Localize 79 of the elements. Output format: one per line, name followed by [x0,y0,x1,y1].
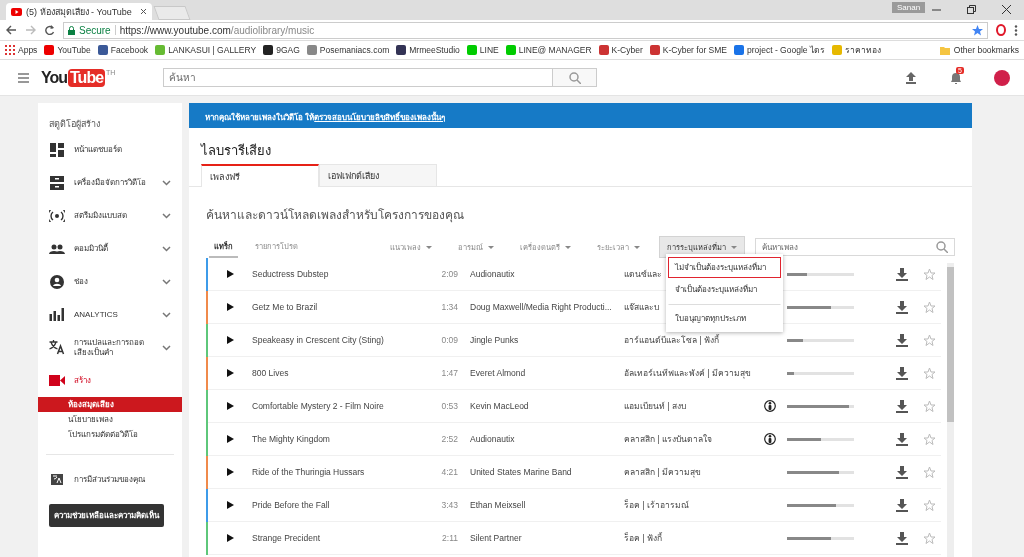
track-duration: 2:52 [440,434,458,444]
track-artist: Audionautix [470,269,516,279]
track-title: Speakeasy in Crescent City (Sting) [252,335,385,345]
track-genre: คลาสสิก | แรงบันดาลใจ [624,433,712,446]
track-genre: แอมเบียนท์ | สงบ [624,400,686,413]
bookmark[interactable]: Apps [5,45,38,55]
menu-option[interactable]: ไม่จำเป็นต้องระบุแหล่งที่มา [668,257,781,278]
track-title: Getz Me to Brazil [252,302,319,312]
banner-text: หากคุณใช้หลายเพลงในวิดีโอ ให้ตรวจสอบนโยบายลิขสิทธิ์ของเพลงนั้นๆ [205,113,446,122]
tab[interactable]: เพลงฟรี [201,164,319,187]
track-title: Comfortable Mystery 2 - Film Noire [252,401,385,411]
sidebar-item[interactable]: สร้าง [38,364,182,397]
other-bookmarks[interactable]: Other bookmarks [939,45,1019,55]
sidebar-item[interactable]: หน้าแดชบอร์ด [38,133,182,166]
track-duration: 0:09 [440,335,458,345]
track-artist: Ethan Meixsell [470,500,527,510]
help-feedback-button[interactable]: ความช่วยเหลือและความคิดเห็น [49,504,164,527]
bookmark[interactable]: Posemaniacs.com [306,45,390,55]
track-genre: ร็อค | ฟังกี้ [624,531,662,545]
bookmark[interactable]: K-Cyber [598,45,643,55]
track-duration: 2:09 [440,269,458,279]
track-duration: 2:11 [441,533,458,543]
track-genre: แดนซ์และ [624,268,662,281]
sidebar-subitem[interactable]: นโยบายเพลง [38,412,182,427]
track-title: Strange Precident [252,533,322,543]
track-genre: ร็อค | เร้าอารมณ์ [624,498,689,512]
page-title: ไลบรารีเสียง [199,142,272,160]
track-genre: คลาสสิก | มีความสุข [624,466,701,479]
track-search-field[interactable]: ค้นหาเพลง [755,238,955,256]
bookmark[interactable]: LINE@ MANAGER [505,45,592,55]
secure-label: Secure [79,24,111,36]
track-artist: Kevin MacLeod [470,401,530,411]
sidebar-item[interactable]: คอมมิวนิตี้ [38,232,182,265]
track-artist: Doug Maxwell/Media Right Producti... [470,302,613,312]
bookmark[interactable]: project - Google ไดร [734,43,825,57]
track-title: Ride of the Thuringia Hussars [252,467,366,477]
bookmark[interactable]: K-Cyber for SME [649,45,728,55]
address-bar[interactable]: Secure https://www.youtube.com/audiolibrary/music [63,21,988,39]
track-artist: Jingle Punks [470,335,520,345]
sidebar-subitem[interactable]: ห้องสมุดเสียง [38,397,182,412]
tab[interactable]: เอฟเฟกต์เสียง [319,164,437,186]
sidebar-item[interactable]: สตรีมมิงแบบสด [38,199,182,232]
sidebar-item[interactable]: เครื่องมือจัดการวิดีโอ [38,166,182,199]
track-duration: 0:53 [440,401,458,411]
track-title: Seductress Dubstep [252,269,330,279]
track-genre: อัลเทอร์เนทีฟและพังค์ | มีความสุข [624,367,751,380]
track-duration: 1:47 [440,368,458,378]
bookmark[interactable]: YouTube [44,45,91,55]
bookmark[interactable]: 9GAG [263,45,300,55]
track-artist: United States Marine Band [470,467,573,477]
track-title: The Mighty Kingdom [252,434,331,444]
sidebar-item[interactable]: ช่อง [38,265,182,298]
track-artist: Audionautix [470,434,516,444]
sidebar-subitem[interactable]: โปรแกรมตัดต่อวิดีโอ [38,427,182,442]
track-duration: 3:43 [440,500,458,510]
menu-option[interactable]: จำเป็นต้องระบุแหล่งที่มา [668,279,781,300]
sidebar-item[interactable]: การแปลและการถอดเสียงเป็นคำ [38,331,182,364]
track-artist: Silent Partner [470,533,523,543]
browser-tab[interactable]: (5) ห้องสมุดเสียง - YouTube [6,3,152,20]
search-field[interactable]: ค้นหา [163,68,554,87]
section-heading: ค้นหาและดาวน์โหลดเพลงสำหรับโครงการของคุณ [205,207,465,225]
track-duration: 1:34 [440,302,458,312]
track-artist: Everet Almond [470,368,527,378]
bookmark[interactable]: MrmeeStudio [396,45,460,55]
track-genre: แจ๊สและบ [624,301,659,314]
bookmark[interactable]: ราคาทอง [831,43,881,57]
track-title: 800 Lives [252,368,290,378]
track-title: Pride Before the Fall [252,500,331,510]
sidebar-title: สตูดิโอผู้สร้าง [48,118,101,132]
bookmark[interactable]: LINE [466,45,499,55]
bookmark[interactable]: LANKASUI | GALLERY [155,45,257,55]
url-text: https://www.youtube.com/audiolibrary/music [119,24,315,36]
track-genre: อาร์แอนด์บีและโซล | ฟังกี้ [624,333,719,347]
track-duration: 4:21 [440,467,458,477]
sidebar-item[interactable]: ANALYTICS [38,298,182,331]
sidebar-item-text[interactable]: การมีส่วนร่วมของคุณ [74,474,171,485]
menu-option[interactable]: ใบอนุญาตทุกประเภท [668,304,781,329]
policy-link[interactable]: ตรวจสอบนโยบายลิขสิทธิ์ของเพลงนั้นๆ [314,113,446,122]
bookmark[interactable]: Facebook [97,45,149,55]
